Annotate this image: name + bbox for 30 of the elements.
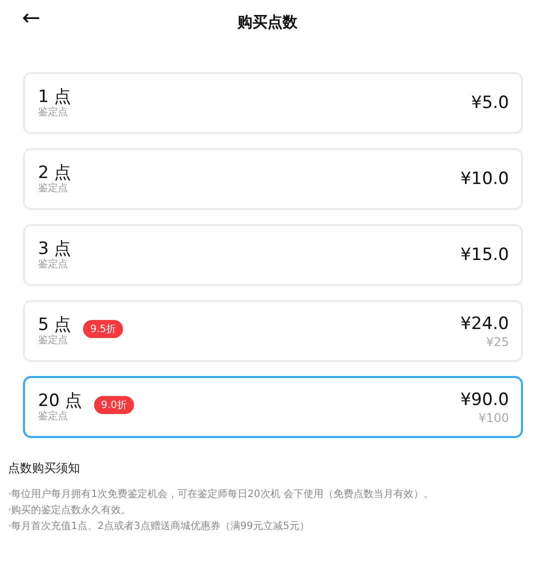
package-card[interactable]: 2 点 鉴定点 ¥10.0 (23, 148, 523, 210)
back-button[interactable]: ← (16, 6, 46, 31)
original-price: ¥25 (486, 335, 509, 349)
unit-label: 鉴定点 (38, 259, 69, 271)
package-card[interactable]: 20 点 鉴定点 9.0折 ¥90.0 ¥100 (23, 376, 523, 438)
discount-badge: 9.5折 (83, 320, 124, 338)
points-label: 3 点 (38, 239, 72, 259)
page-title: 购买点数 (238, 12, 298, 32)
notice-line: ·每位用户每月拥有1次免费鉴定机会，可在鉴定师每日20次机 会下使用（免费点数当月有效）。 (8, 488, 434, 502)
package-card[interactable]: 3 点 鉴定点 ¥15.0 (23, 224, 523, 286)
points-label: 5 点 (38, 315, 72, 335)
notice-line: ·购买的鉴定点数永久有效。 (8, 504, 132, 518)
price-label: ¥5.0 (471, 92, 509, 114)
original-price: ¥100 (478, 411, 509, 425)
price-label: ¥10.0 (460, 168, 509, 190)
unit-label: 鉴定点 (38, 335, 69, 347)
notice-line: ·每月首次充值1点、2点或者3点赠送商城优惠券（满99元立减5元） (8, 520, 310, 534)
notice-title: 点数购买须知 (8, 460, 81, 477)
package-card[interactable]: 5 点 鉴定点 9.5折 ¥24.0 ¥25 (23, 300, 523, 362)
unit-label: 鉴定点 (38, 107, 69, 119)
price-label: ¥24.0 (460, 313, 509, 335)
points-label: 1 点 (38, 87, 72, 107)
points-label: 20 点 (38, 391, 82, 411)
price-label: ¥15.0 (460, 244, 509, 266)
discount-badge: 9.0折 (94, 396, 134, 414)
price-label: ¥90.0 (460, 389, 509, 411)
unit-label: 鉴定点 (38, 183, 69, 195)
package-card[interactable]: 1 点 鉴定点 ¥5.0 (23, 72, 523, 134)
points-label: 2 点 (38, 163, 72, 183)
unit-label: 鉴定点 (38, 411, 69, 423)
